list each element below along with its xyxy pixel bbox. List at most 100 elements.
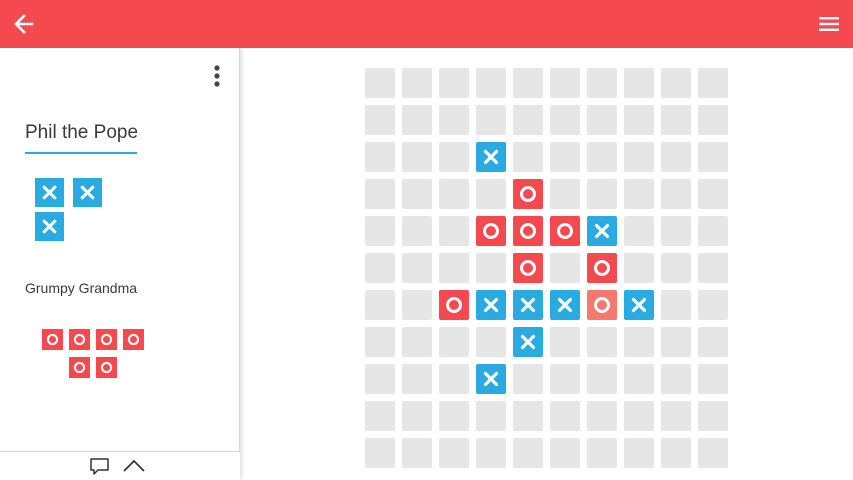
board-cell-empty[interactable] <box>513 438 543 468</box>
board-cell-empty[interactable] <box>587 401 617 431</box>
chat-button[interactable] <box>89 457 111 477</box>
board-cell-empty[interactable] <box>587 142 617 172</box>
board-cell-empty[interactable] <box>624 438 654 468</box>
back-button[interactable] <box>8 8 40 40</box>
board-cell-empty[interactable] <box>439 142 469 172</box>
board-cell-empty[interactable] <box>698 105 728 135</box>
board-cell-empty[interactable] <box>624 253 654 283</box>
board-cell-empty[interactable] <box>661 105 691 135</box>
board-cell-empty[interactable] <box>513 105 543 135</box>
expand-button[interactable] <box>122 458 146 474</box>
board-cell-empty[interactable] <box>439 253 469 283</box>
board-cell-empty[interactable] <box>587 364 617 394</box>
board-cell-empty[interactable] <box>365 68 395 98</box>
board-cell-x[interactable] <box>476 142 506 172</box>
board-cell-empty[interactable] <box>624 364 654 394</box>
board-cell-empty[interactable] <box>587 105 617 135</box>
board-cell-empty[interactable] <box>402 327 432 357</box>
board-cell-empty[interactable] <box>550 142 580 172</box>
board-cell-empty[interactable] <box>365 216 395 246</box>
board-cell-empty[interactable] <box>476 68 506 98</box>
board-cell-empty[interactable] <box>439 327 469 357</box>
board-cell-empty[interactable] <box>698 142 728 172</box>
board-cell-empty[interactable] <box>365 364 395 394</box>
board-cell-empty[interactable] <box>550 438 580 468</box>
board-cell-x[interactable] <box>587 216 617 246</box>
board-cell-empty[interactable] <box>698 290 728 320</box>
board-cell-empty[interactable] <box>439 179 469 209</box>
board-cell-empty[interactable] <box>402 438 432 468</box>
board-cell-empty[interactable] <box>365 179 395 209</box>
board-cell-empty[interactable] <box>587 179 617 209</box>
board-cell-empty[interactable] <box>402 142 432 172</box>
board-cell-empty[interactable] <box>365 327 395 357</box>
board-cell-empty[interactable] <box>698 327 728 357</box>
board-cell-o[interactable] <box>550 216 580 246</box>
board-cell-empty[interactable] <box>661 364 691 394</box>
board-cell-o[interactable] <box>439 290 469 320</box>
board-cell-empty[interactable] <box>402 105 432 135</box>
menu-button[interactable] <box>814 10 844 38</box>
board-cell-empty[interactable] <box>439 438 469 468</box>
board-cell-empty[interactable] <box>365 438 395 468</box>
board-cell-empty[interactable] <box>698 364 728 394</box>
board-cell-empty[interactable] <box>476 327 506 357</box>
board-cell-empty[interactable] <box>402 68 432 98</box>
board-cell-empty[interactable] <box>661 401 691 431</box>
board-cell-empty[interactable] <box>661 179 691 209</box>
board-cell-empty[interactable] <box>513 68 543 98</box>
board-cell-empty[interactable] <box>661 290 691 320</box>
board-cell-x[interactable] <box>476 364 506 394</box>
board-cell-o[interactable] <box>513 179 543 209</box>
more-options-button[interactable] <box>206 62 228 94</box>
board-cell-empty[interactable] <box>624 401 654 431</box>
board-cell-empty[interactable] <box>402 179 432 209</box>
board-cell-x[interactable] <box>624 290 654 320</box>
board-cell-empty[interactable] <box>439 216 469 246</box>
board-cell-empty[interactable] <box>550 253 580 283</box>
board-cell-empty[interactable] <box>550 105 580 135</box>
board-cell-empty[interactable] <box>476 253 506 283</box>
board-cell-empty[interactable] <box>439 364 469 394</box>
board-cell-o-last-move[interactable] <box>587 290 617 320</box>
board-cell-empty[interactable] <box>439 68 469 98</box>
board-cell-empty[interactable] <box>476 438 506 468</box>
board-cell-empty[interactable] <box>365 142 395 172</box>
board-cell-empty[interactable] <box>587 68 617 98</box>
board-cell-o[interactable] <box>587 253 617 283</box>
board-cell-empty[interactable] <box>550 68 580 98</box>
board-cell-empty[interactable] <box>513 401 543 431</box>
board-cell-empty[interactable] <box>550 327 580 357</box>
board-cell-empty[interactable] <box>402 401 432 431</box>
board-cell-empty[interactable] <box>624 142 654 172</box>
board-cell-empty[interactable] <box>550 401 580 431</box>
board-cell-empty[interactable] <box>698 253 728 283</box>
board-cell-empty[interactable] <box>587 327 617 357</box>
board-cell-x[interactable] <box>476 290 506 320</box>
board-cell-empty[interactable] <box>513 364 543 394</box>
board-cell-empty[interactable] <box>698 179 728 209</box>
board-cell-empty[interactable] <box>661 253 691 283</box>
board-cell-empty[interactable] <box>439 105 469 135</box>
board-cell-empty[interactable] <box>365 105 395 135</box>
board-cell-empty[interactable] <box>476 105 506 135</box>
board-cell-x[interactable] <box>550 290 580 320</box>
board-cell-empty[interactable] <box>698 216 728 246</box>
board-cell-empty[interactable] <box>365 401 395 431</box>
board-cell-empty[interactable] <box>476 401 506 431</box>
board-cell-empty[interactable] <box>661 142 691 172</box>
board-cell-empty[interactable] <box>513 142 543 172</box>
board-cell-empty[interactable] <box>402 253 432 283</box>
board-cell-empty[interactable] <box>402 290 432 320</box>
board-cell-empty[interactable] <box>402 216 432 246</box>
board-cell-x[interactable] <box>513 290 543 320</box>
board-cell-empty[interactable] <box>661 68 691 98</box>
board-cell-empty[interactable] <box>698 401 728 431</box>
board-cell-empty[interactable] <box>624 68 654 98</box>
board-cell-empty[interactable] <box>439 401 469 431</box>
board-cell-empty[interactable] <box>587 438 617 468</box>
board-cell-empty[interactable] <box>365 253 395 283</box>
board-cell-empty[interactable] <box>624 216 654 246</box>
board-cell-empty[interactable] <box>365 290 395 320</box>
board-cell-o[interactable] <box>476 216 506 246</box>
